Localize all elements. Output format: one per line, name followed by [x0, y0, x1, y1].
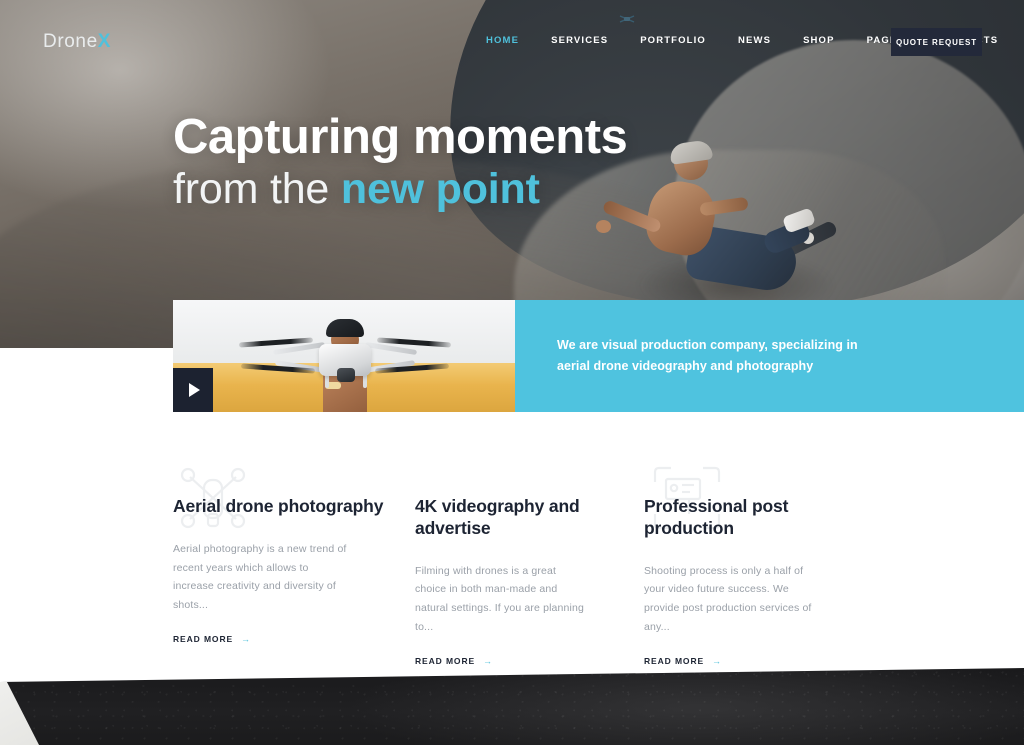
tagline-panel: We are visual production company, specia… [515, 300, 1024, 412]
arrow-right-icon: → [712, 655, 722, 666]
service-read-more-link[interactable]: READ MORE → [173, 634, 251, 644]
site-logo[interactable]: DroneX [43, 31, 111, 53]
site-header: DroneX HOME SERVICES PORTFOLIO NEWS SHOP… [0, 0, 1024, 84]
video-thumbnail[interactable] [173, 300, 515, 412]
skater-hand [596, 220, 611, 233]
drone-leg [363, 374, 367, 388]
video-play-button[interactable] [173, 368, 213, 412]
service-card-4k-videography[interactable]: 4K videography and advertise Filming wit… [415, 440, 721, 668]
service-description: Aerial photography is a new trend of rec… [173, 542, 347, 611]
play-triangle-icon [189, 383, 200, 397]
read-more-label: READ MORE [644, 655, 705, 666]
tagline-text: We are visual production company, specia… [557, 337, 858, 374]
read-more-label: READ MORE [415, 655, 476, 666]
video-tagline-band: We are visual production company, specia… [173, 300, 1024, 412]
drone-camera [337, 368, 355, 382]
hero-headline: Capturing moments from the new point [173, 110, 628, 213]
arrow-right-icon: → [241, 633, 251, 644]
next-section-asphalt [0, 668, 1024, 745]
service-read-more-link[interactable]: READ MORE → [644, 656, 722, 666]
service-description: Filming with drones is a great choice in… [415, 564, 584, 633]
service-card-post-production[interactable]: Professional post production Shooting pr… [644, 440, 876, 668]
asphalt-background [0, 668, 1024, 745]
nav-item-services[interactable]: SERVICES [535, 35, 624, 46]
hero-headline-line2: from the new point [173, 165, 627, 213]
services-section: Aerial drone photography Aerial photogra… [0, 440, 1024, 668]
quote-request-button[interactable]: QUOTE REQUEST [891, 28, 982, 56]
logo-accent-x: X [97, 31, 112, 52]
nav-item-portfolio[interactable]: PORTFOLIO [624, 35, 722, 46]
service-title: Aerial drone photography [173, 496, 384, 516]
service-card-aerial-drone-photography[interactable]: Aerial drone photography Aerial photogra… [173, 440, 405, 668]
hero-headline-light: from the [173, 164, 330, 213]
nav-item-home[interactable]: HOME [470, 35, 535, 46]
nav-item-shop[interactable]: SHOP [787, 35, 851, 46]
service-title: 4K videography and advertise [415, 496, 580, 538]
hero-headline-accent: new point [340, 164, 540, 213]
drone-illustration [238, 330, 452, 388]
hero-headline-line1: Capturing moments [173, 110, 628, 164]
arrow-right-icon: → [483, 655, 493, 666]
skateboarder-figure [596, 139, 839, 320]
nav-item-news[interactable]: NEWS [722, 35, 787, 46]
service-read-more-link[interactable]: READ MORE → [415, 656, 493, 666]
drone-leg [325, 374, 329, 388]
logo-text: Drone [43, 31, 98, 52]
service-title: Professional post production [644, 496, 789, 538]
read-more-label: READ MORE [173, 633, 234, 644]
asphalt-texture [0, 668, 1024, 745]
service-description: Shooting process is only a half of your … [644, 564, 812, 633]
